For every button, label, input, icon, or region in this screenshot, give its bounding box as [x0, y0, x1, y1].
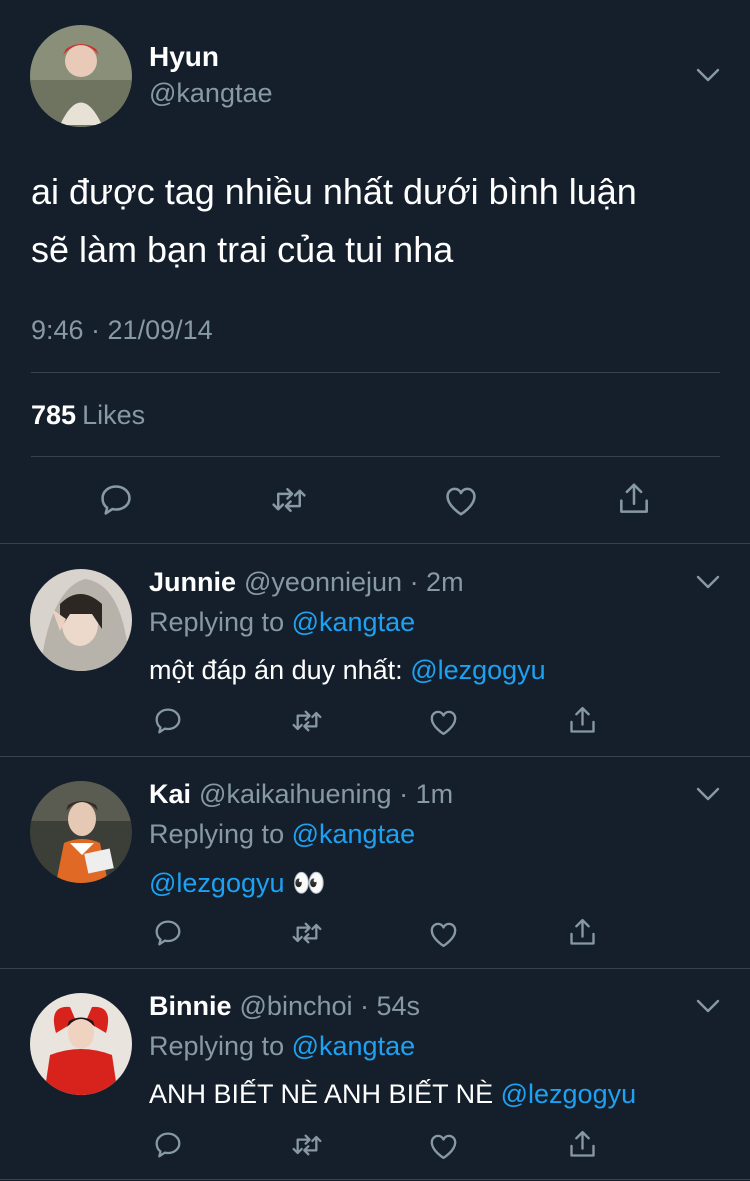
replying-to: Replying to @kangtae — [149, 607, 415, 638]
like-icon[interactable] — [427, 706, 460, 737]
reply-author-name[interactable]: Binnie — [149, 991, 232, 1021]
author-avatar[interactable] — [30, 25, 132, 127]
reply-avatar[interactable] — [30, 781, 132, 883]
chevron-down-icon[interactable] — [694, 572, 722, 592]
likes-number: 785 — [31, 400, 77, 430]
reply-header: Kai @kaikaihuening · 1m — [149, 779, 453, 810]
replying-to-link[interactable]: @kangtae — [292, 1031, 416, 1061]
reply-icon[interactable] — [97, 481, 135, 519]
like-icon[interactable] — [442, 482, 480, 518]
divider — [31, 456, 720, 457]
reply-header: Binnie @binchoi · 54s — [149, 991, 420, 1022]
replying-to-label: Replying to — [149, 607, 285, 637]
share-icon[interactable] — [615, 479, 653, 519]
retweet-icon[interactable] — [269, 481, 309, 519]
reply-author-name[interactable]: Kai — [149, 779, 191, 809]
reply-time: · 54s — [360, 991, 421, 1021]
replying-to-link[interactable]: @kangtae — [292, 607, 416, 637]
reply-author-handle[interactable]: @binchoi — [240, 991, 353, 1021]
reply-author-handle[interactable]: @yeonniejun — [244, 567, 402, 597]
reply-author-name[interactable]: Junnie — [149, 567, 236, 597]
replying-to: Replying to @kangtae — [149, 1031, 415, 1062]
share-icon[interactable] — [566, 915, 599, 950]
reply-text-content: một đáp án duy nhất: — [149, 655, 403, 685]
author-name[interactable]: Hyun — [149, 41, 219, 73]
share-icon[interactable] — [566, 1127, 599, 1162]
tweet-text-line: sẽ làm bạn trai của tui nha — [31, 229, 454, 270]
divider — [0, 968, 750, 969]
like-icon[interactable] — [427, 1130, 460, 1161]
replying-to-link[interactable]: @kangtae — [292, 819, 416, 849]
reply-icon[interactable] — [152, 705, 184, 737]
reply-text-content: ANH BIẾT NÈ ANH BIẾT NÈ — [149, 1079, 494, 1109]
reply-text: @lezgogyu 👀 — [149, 867, 326, 899]
tweet-text: ai được tag nhiều nhất dưới bình luận sẽ… — [31, 163, 721, 279]
reply-author-handle[interactable]: @kaikaihuening — [199, 779, 392, 809]
reply-icon[interactable] — [152, 917, 184, 949]
divider — [0, 1179, 750, 1180]
retweet-icon[interactable] — [289, 1129, 325, 1161]
retweet-icon[interactable] — [289, 917, 325, 949]
like-icon[interactable] — [427, 918, 460, 949]
divider — [0, 756, 750, 757]
likes-count[interactable]: 785 Likes — [31, 400, 145, 431]
reply-icon[interactable] — [152, 1129, 184, 1161]
mention-link[interactable]: @lezgogyu — [410, 655, 546, 685]
replying-to-label: Replying to — [149, 819, 285, 849]
replying-to-label: Replying to — [149, 1031, 285, 1061]
mention-link[interactable]: @lezgogyu — [149, 868, 285, 898]
reply-text: ANH BIẾT NÈ ANH BIẾT NÈ @lezgogyu — [149, 1079, 636, 1110]
chevron-down-icon[interactable] — [694, 784, 722, 804]
share-icon[interactable] — [566, 703, 599, 738]
chevron-down-icon[interactable] — [694, 996, 722, 1016]
reply-header: Junnie @yeonniejun · 2m — [149, 567, 464, 598]
mention-link[interactable]: @lezgogyu — [501, 1079, 637, 1109]
reply-time: · 2m — [409, 567, 464, 597]
reply-avatar[interactable] — [30, 993, 132, 1095]
author-handle[interactable]: @kangtae — [149, 78, 273, 109]
tweet-timestamp[interactable]: 9:46 · 21/09/14 — [31, 315, 213, 346]
replying-to: Replying to @kangtae — [149, 819, 415, 850]
divider — [31, 372, 720, 373]
retweet-icon[interactable] — [289, 705, 325, 737]
divider — [0, 543, 750, 544]
reply-text: một đáp án duy nhất: @lezgogyu — [149, 655, 546, 686]
reply-time: · 1m — [399, 779, 454, 809]
chevron-down-icon[interactable] — [694, 65, 722, 85]
likes-label: Likes — [82, 400, 146, 430]
reply-avatar[interactable] — [30, 569, 132, 671]
eyes-emoji: 👀 — [292, 868, 326, 898]
tweet-text-line: ai được tag nhiều nhất dưới bình luận — [31, 171, 637, 212]
